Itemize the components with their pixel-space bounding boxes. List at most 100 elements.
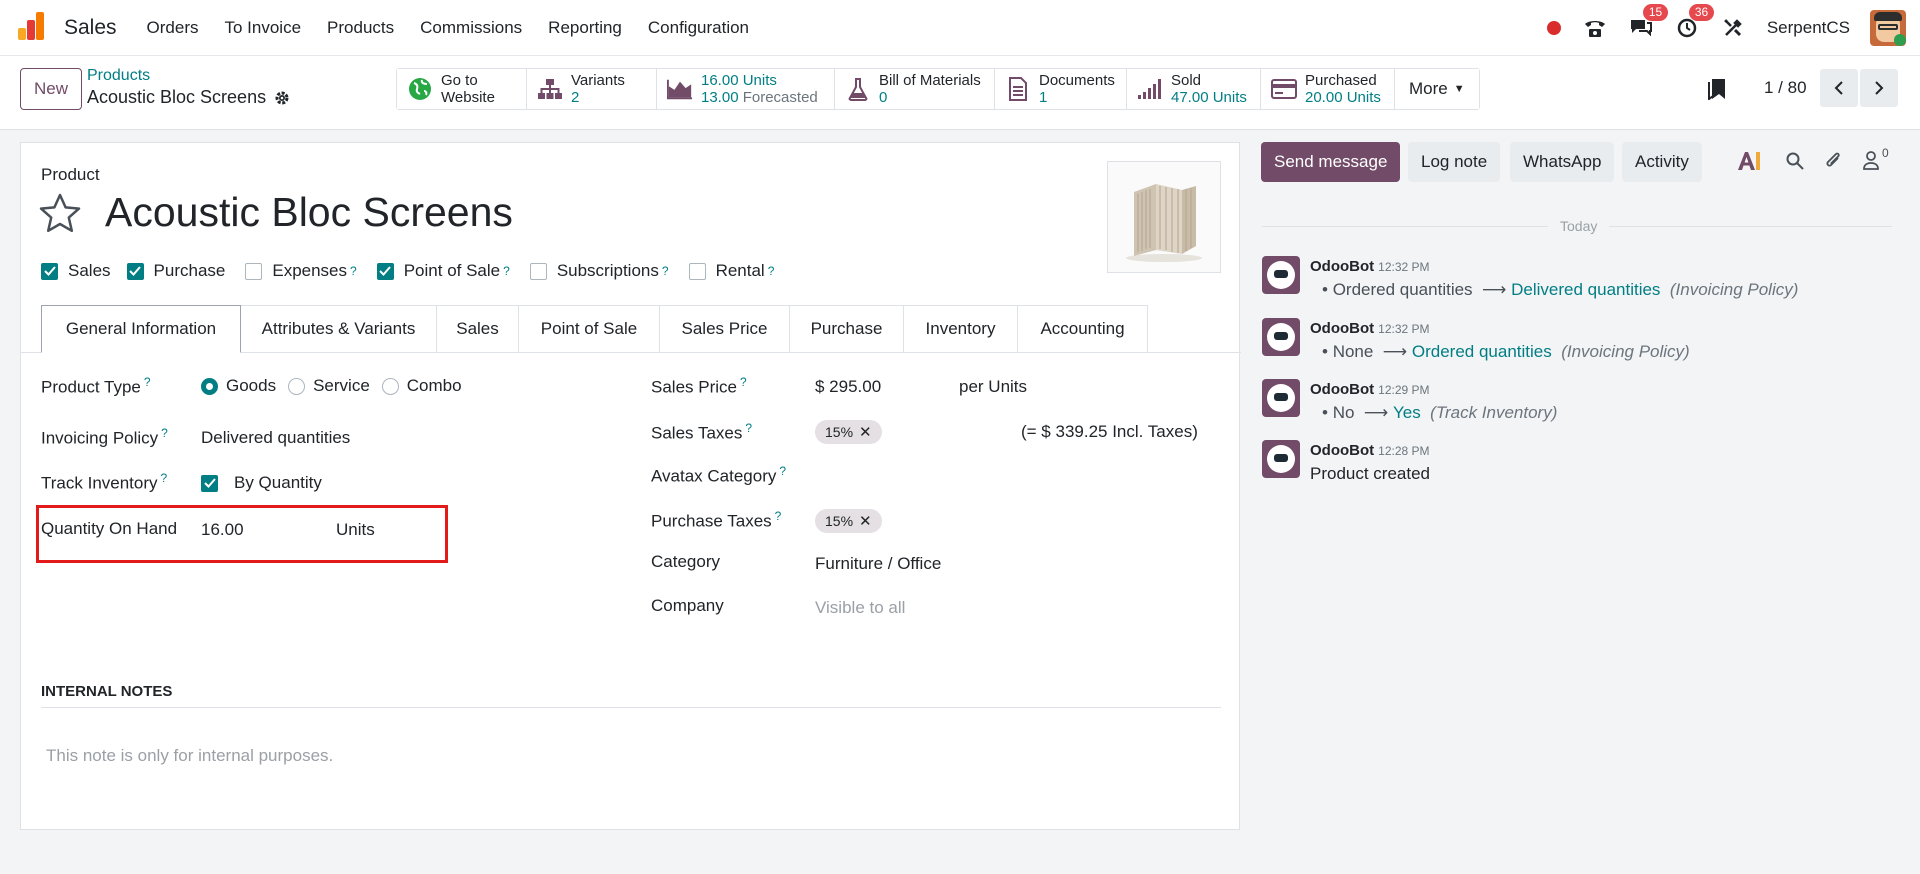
tab-sales[interactable]: Sales bbox=[437, 305, 519, 353]
menu-reporting[interactable]: Reporting bbox=[548, 18, 622, 38]
app-name[interactable]: Sales bbox=[64, 16, 117, 40]
ai-icon[interactable] bbox=[1736, 150, 1762, 177]
go-to-website-button[interactable]: Go to Website bbox=[397, 69, 527, 109]
paperclip-icon[interactable] bbox=[1824, 150, 1842, 175]
close-icon[interactable]: ✕ bbox=[859, 512, 872, 530]
chevron-left-icon bbox=[1834, 81, 1843, 95]
menu-commissions[interactable]: Commissions bbox=[420, 18, 522, 38]
message-time: 12:29 PM bbox=[1378, 383, 1430, 397]
sold-button[interactable]: Sold 47.00 Units bbox=[1127, 69, 1261, 109]
track-inventory-checkbox[interactable] bbox=[201, 474, 218, 492]
rental-checkbox[interactable] bbox=[688, 262, 706, 280]
subscriptions-checkbox[interactable] bbox=[529, 262, 547, 280]
tab-general-information[interactable]: General Information bbox=[41, 305, 241, 353]
message-author[interactable]: OdooBot bbox=[1310, 258, 1374, 275]
menu-configuration[interactable]: Configuration bbox=[648, 18, 749, 38]
menu-orders[interactable]: Orders bbox=[147, 18, 199, 38]
purchase-tax-tag[interactable]: 15% ✕ bbox=[815, 509, 882, 533]
internal-notes-input[interactable]: This note is only for internal purposes. bbox=[46, 746, 333, 766]
tab-attributes-variants[interactable]: Attributes & Variants bbox=[241, 305, 437, 353]
tab-purchase[interactable]: Purchase bbox=[790, 305, 904, 353]
product-name[interactable]: Acoustic Bloc Screens bbox=[105, 189, 513, 236]
radio-goods[interactable] bbox=[201, 377, 218, 395]
close-icon[interactable]: ✕ bbox=[859, 423, 872, 441]
activities-clock-icon[interactable]: 36 bbox=[1675, 4, 1715, 40]
documents-button[interactable]: Documents 1 bbox=[995, 69, 1127, 109]
product-type-help-icon[interactable]: ? bbox=[144, 375, 151, 389]
subscriptions-checkbox-label: Subscriptions bbox=[556, 261, 659, 280]
tools-icon[interactable] bbox=[1721, 16, 1745, 40]
purchase-taxes-help-icon[interactable]: ? bbox=[775, 509, 782, 523]
new-button[interactable]: New bbox=[20, 68, 82, 110]
subscriptions-help-icon[interactable]: ? bbox=[662, 264, 669, 278]
menu-products[interactable]: Products bbox=[327, 18, 394, 38]
variants-button[interactable]: Variants 2 bbox=[527, 69, 657, 109]
user-avatar[interactable] bbox=[1870, 10, 1906, 46]
rental-help-icon[interactable]: ? bbox=[768, 264, 775, 278]
forecast-button[interactable]: 16.00 Units 13.00 Forecasted bbox=[657, 69, 835, 109]
forecasted-value: 13.00 bbox=[701, 89, 739, 106]
radio-combo[interactable] bbox=[381, 377, 399, 395]
tab-accounting[interactable]: Accounting bbox=[1018, 305, 1148, 353]
gear-icon[interactable] bbox=[274, 90, 290, 106]
product-type-radio-group: Goods Service Combo bbox=[201, 376, 462, 396]
invoicing-policy-value[interactable]: Delivered quantities bbox=[201, 428, 350, 448]
tab-inventory[interactable]: Inventory bbox=[904, 305, 1018, 353]
purchased-button[interactable]: Purchased 20.00 Units bbox=[1261, 69, 1395, 109]
pager-next-button[interactable] bbox=[1860, 69, 1898, 107]
menu-to-invoice[interactable]: To Invoice bbox=[225, 18, 302, 38]
purchase-tax-tag-label: 15% bbox=[825, 513, 854, 529]
sales-checkbox[interactable] bbox=[41, 262, 58, 280]
sales-taxes-help-icon[interactable]: ? bbox=[745, 421, 752, 435]
tab-point-of-sale[interactable]: Point of Sale bbox=[519, 305, 660, 353]
message-author[interactable]: OdooBot bbox=[1310, 381, 1374, 398]
log-note-button[interactable]: Log note bbox=[1408, 142, 1501, 182]
message-author[interactable]: OdooBot bbox=[1310, 442, 1374, 459]
radio-service[interactable] bbox=[288, 377, 306, 395]
more-button[interactable]: More ▼ bbox=[1395, 69, 1479, 109]
odoobot-avatar[interactable] bbox=[1262, 440, 1300, 478]
whatsapp-button[interactable]: WhatsApp bbox=[1510, 142, 1615, 182]
bookmark-icon[interactable] bbox=[1708, 78, 1726, 105]
activities-badge: 36 bbox=[1688, 4, 1715, 21]
messages-icon[interactable]: 15 bbox=[1629, 4, 1669, 40]
sales-price-help-icon[interactable]: ? bbox=[740, 375, 747, 389]
field-name: (Invoicing Policy) bbox=[1669, 280, 1799, 299]
search-icon[interactable] bbox=[1786, 152, 1804, 175]
avatax-help-icon[interactable]: ? bbox=[779, 464, 786, 478]
point-of-sale-help-icon[interactable]: ? bbox=[503, 264, 510, 278]
pager-value[interactable]: 1 / 80 bbox=[1764, 78, 1807, 98]
tab-sales-price[interactable]: Sales Price bbox=[660, 305, 790, 353]
field-invoicing-policy-label: Invoicing Policy? bbox=[41, 426, 168, 449]
bill-of-materials-button[interactable]: Bill of Materials 0 bbox=[835, 69, 995, 109]
product-image[interactable] bbox=[1107, 161, 1221, 273]
point-of-sale-checkbox[interactable] bbox=[376, 262, 394, 280]
purchase-checkbox[interactable] bbox=[126, 262, 144, 280]
send-message-button[interactable]: Send message bbox=[1261, 142, 1401, 182]
expenses-help-icon[interactable]: ? bbox=[350, 264, 357, 278]
breadcrumb-products[interactable]: Products bbox=[87, 67, 150, 85]
odoobot-avatar[interactable] bbox=[1262, 318, 1300, 356]
followers-icon[interactable] bbox=[1862, 150, 1880, 175]
sales-tax-tag[interactable]: 15% ✕ bbox=[815, 420, 882, 444]
phone-icon[interactable] bbox=[1583, 16, 1607, 40]
activity-button[interactable]: Activity bbox=[1622, 142, 1702, 182]
message-author[interactable]: OdooBot bbox=[1310, 320, 1374, 337]
track-inventory-help-icon[interactable]: ? bbox=[161, 471, 168, 485]
category-value[interactable]: Furniture / Office bbox=[815, 554, 941, 574]
recording-indicator-icon[interactable] bbox=[1546, 21, 1561, 35]
field-sales-taxes-label: Sales Taxes? bbox=[651, 421, 752, 444]
star-favorite-icon[interactable] bbox=[39, 193, 81, 238]
company-field[interactable]: Visible to all bbox=[815, 598, 905, 618]
company-switcher[interactable]: SerpentCS bbox=[1767, 18, 1850, 38]
odoobot-avatar[interactable] bbox=[1262, 379, 1300, 417]
sales-price-value[interactable]: $ 295.00 bbox=[815, 377, 881, 397]
messages-badge: 15 bbox=[1642, 4, 1669, 21]
website-line2: Website bbox=[441, 89, 495, 106]
old-value: Ordered quantities bbox=[1332, 280, 1473, 299]
expenses-checkbox[interactable] bbox=[245, 262, 263, 280]
sales-app-icon[interactable] bbox=[18, 11, 48, 42]
pager-previous-button[interactable] bbox=[1820, 69, 1858, 107]
invoicing-policy-help-icon[interactable]: ? bbox=[161, 426, 168, 440]
odoobot-avatar[interactable] bbox=[1262, 256, 1300, 294]
